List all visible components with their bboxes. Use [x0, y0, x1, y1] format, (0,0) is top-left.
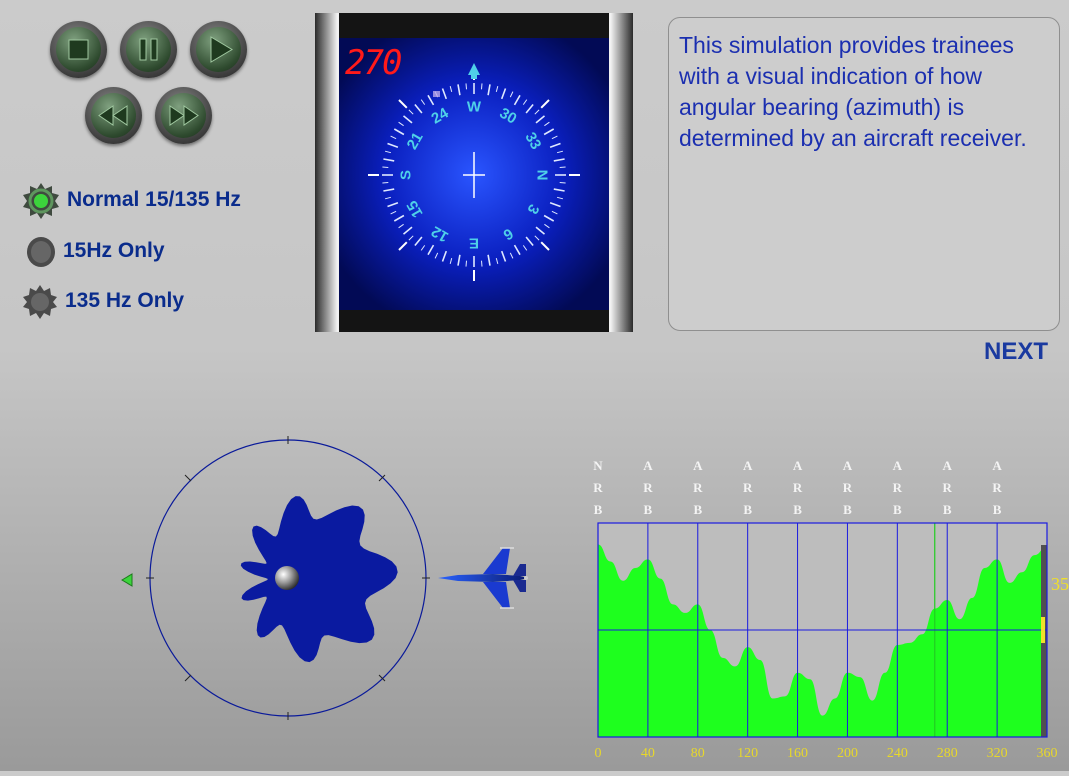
column-label: N: [593, 458, 603, 473]
rewind-icon: [98, 105, 128, 126]
compass-label: S: [398, 170, 415, 180]
column-label: A: [992, 458, 1002, 473]
description-text: This simulation provides trainees with a…: [679, 32, 1027, 151]
column-label: A: [943, 458, 953, 473]
aircraft-icon: [438, 547, 528, 609]
beacon-antenna-icon: [275, 566, 299, 590]
column-label: B: [843, 502, 852, 517]
gear-radio-icon: [23, 183, 59, 219]
x-tick-label: 280: [937, 746, 958, 761]
column-label: R: [843, 480, 853, 495]
next-button[interactable]: NEXT: [984, 338, 1048, 366]
heading-readout: 270: [345, 43, 402, 83]
x-tick-label: 200: [837, 746, 858, 761]
level-marker: [1041, 617, 1045, 643]
x-tick-label: 120: [737, 746, 758, 761]
stop-icon: [68, 39, 89, 60]
column-label: R: [893, 480, 903, 495]
blob-radio-icon: [27, 237, 55, 267]
column-label: R: [643, 480, 653, 495]
x-tick-label: 320: [987, 746, 1008, 761]
reference-marker-icon: [121, 573, 133, 587]
column-label: A: [793, 458, 803, 473]
mode-label-135hz[interactable]: 135 Hz Only: [65, 289, 184, 313]
x-tick-label: 80: [691, 746, 705, 761]
compass-label: W: [467, 99, 482, 116]
column-label: B: [594, 502, 603, 517]
pause-icon: [139, 38, 158, 61]
x-tick-label: 240: [887, 746, 908, 761]
mode-label-15hz[interactable]: 15Hz Only: [63, 239, 165, 263]
signal-chart: 0 40 80 120 160 200 240 280 320 360 N R B A R B A R B A R B A R…: [585, 452, 1069, 771]
x-tick-label: 0: [595, 746, 602, 761]
column-label: B: [993, 502, 1002, 517]
column-label: B: [644, 502, 653, 517]
column-label: B: [743, 502, 752, 517]
mode-option-normal[interactable]: [22, 182, 60, 225]
mode-label-normal[interactable]: Normal 15/135 Hz: [67, 188, 241, 212]
compass-label: N: [534, 170, 551, 181]
column-label: A: [893, 458, 903, 473]
bearing-indicator: W 30 33 N 3 6 E 12 15 S 21 24 270: [315, 13, 633, 332]
x-tick-label: 360: [1037, 746, 1058, 761]
x-tick-label: 160: [787, 746, 808, 761]
column-label: R: [743, 480, 753, 495]
column-label: R: [693, 480, 703, 495]
bearing-pointer: [433, 91, 440, 97]
rewind-button[interactable]: [85, 87, 142, 144]
column-label: R: [992, 480, 1002, 495]
side-value-label: 35: [1051, 574, 1069, 594]
antenna-pattern-view: [110, 430, 560, 730]
column-label: R: [943, 480, 953, 495]
x-tick-label: 40: [641, 746, 655, 761]
gear-radio-icon: [23, 285, 57, 319]
pause-button[interactable]: [120, 21, 177, 78]
stop-button[interactable]: [50, 21, 107, 78]
compass-label: E: [469, 235, 479, 252]
radiation-pattern-lobe: [240, 496, 398, 663]
column-label: B: [793, 502, 802, 517]
column-label: B: [693, 502, 702, 517]
column-label: A: [843, 458, 853, 473]
mode-option-135hz[interactable]: [22, 284, 58, 325]
column-label: A: [643, 458, 653, 473]
play-icon: [210, 36, 233, 63]
column-label: B: [943, 502, 952, 517]
column-label: B: [893, 502, 902, 517]
play-button[interactable]: [190, 21, 247, 78]
description-panel: This simulation provides trainees with a…: [668, 17, 1060, 331]
column-label: R: [793, 480, 803, 495]
column-label: A: [743, 458, 753, 473]
column-label: R: [593, 480, 603, 495]
fast-forward-button[interactable]: [155, 87, 212, 144]
mode-option-15hz[interactable]: [24, 235, 58, 274]
fast-forward-icon: [169, 105, 199, 126]
column-label: A: [693, 458, 703, 473]
